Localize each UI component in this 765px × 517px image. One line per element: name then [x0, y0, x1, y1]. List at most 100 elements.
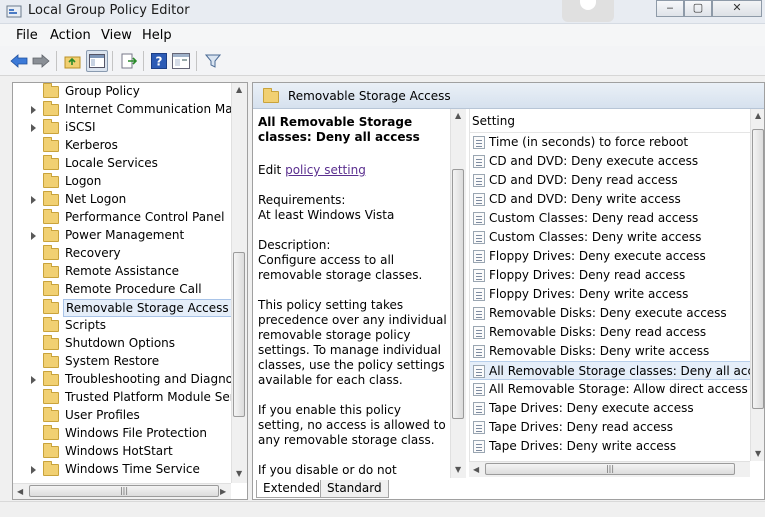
filter-icon[interactable]	[202, 50, 224, 72]
policy-setting-icon	[473, 193, 485, 206]
tree-pane[interactable]: Group Policy Internet Communication Mana i…	[12, 82, 248, 500]
tree-item[interactable]: Scripts	[13, 317, 233, 335]
setting-row[interactable]: CD and DVD: Deny write access	[470, 190, 750, 209]
settings-list[interactable]: Setting Time (in seconds) to force reboo…	[469, 109, 750, 461]
tree-item[interactable]: System Restore	[13, 353, 233, 371]
scroll-up-arrow-icon[interactable]: ▲	[455, 111, 461, 120]
description-scroll-thumb[interactable]	[452, 169, 464, 419]
properties-icon[interactable]	[170, 50, 192, 72]
expand-arrow-icon[interactable]	[31, 376, 36, 384]
tree-item[interactable]: Removable Storage Access	[13, 299, 233, 317]
tree-item[interactable]: Remote Assistance	[13, 263, 233, 281]
expand-arrow-icon[interactable]	[31, 106, 36, 114]
setting-label: Floppy Drives: Deny write access	[489, 287, 689, 301]
tree-item[interactable]: Logon	[13, 173, 233, 191]
tree-item[interactable]: Trusted Platform Module Servic	[13, 389, 247, 407]
settings-vertical-scrollbar[interactable]: ▲ ▼	[750, 109, 764, 461]
setting-row[interactable]: Custom Classes: Deny write access	[470, 228, 750, 247]
setting-row[interactable]: Removable Disks: Deny execute access	[470, 304, 750, 323]
tree-item[interactable]: Group Policy	[13, 83, 233, 101]
show-hide-tree-icon[interactable]	[86, 50, 108, 72]
scroll-down-arrow-icon[interactable]: ▼	[755, 449, 761, 458]
tab-extended[interactable]: Extended	[256, 480, 327, 498]
setting-row[interactable]: Removable Disks: Deny write access	[470, 342, 750, 361]
tree-item[interactable]: Internet Communication Mana	[13, 101, 247, 119]
expand-arrow-icon[interactable]	[31, 196, 36, 204]
menu-action[interactable]: Action	[50, 28, 91, 43]
tree-item[interactable]: Remote Procedure Call	[13, 281, 233, 299]
folder-icon	[43, 245, 59, 260]
export-list-icon[interactable]	[118, 50, 140, 72]
folder-icon	[43, 461, 59, 476]
setting-row[interactable]: Floppy Drives: Deny read access	[470, 266, 750, 285]
tree-item[interactable]: Kerberos	[13, 137, 233, 155]
setting-row[interactable]: All Removable Storage: Allow direct acce…	[470, 380, 750, 399]
tree-item[interactable]: Windows HotStart	[13, 443, 233, 461]
tree-item-label: Locale Services	[65, 156, 158, 170]
tree-item[interactable]: Windows Time Service	[13, 461, 233, 479]
settings-hscroll-thumb[interactable]: |||	[485, 463, 735, 475]
tree-item[interactable]: Troubleshooting and Diagnosti	[13, 371, 247, 389]
scroll-down-arrow-icon[interactable]: ▼	[455, 465, 461, 474]
setting-row[interactable]: Time (in seconds) to force reboot	[470, 133, 750, 152]
setting-row[interactable]: Floppy Drives: Deny execute access	[470, 247, 750, 266]
folder-icon	[43, 263, 59, 278]
setting-row[interactable]: CD and DVD: Deny read access	[470, 171, 750, 190]
expand-arrow-icon[interactable]	[31, 466, 36, 474]
scroll-right-arrow-icon[interactable]: ▶	[220, 487, 226, 496]
setting-row[interactable]: All Removable Storage classes: Deny all …	[470, 361, 750, 380]
tree-horizontal-scrollbar[interactable]: ◀ ||| ▶	[13, 483, 231, 499]
up-folder-icon[interactable]	[62, 50, 84, 72]
menu-help[interactable]: Help	[142, 28, 172, 43]
tab-standard[interactable]: Standard	[320, 480, 389, 498]
scroll-up-arrow-icon[interactable]: ▲	[236, 85, 242, 94]
setting-label: Custom Classes: Deny write access	[489, 230, 702, 244]
folder-icon	[43, 227, 59, 242]
settings-scroll-thumb[interactable]	[752, 129, 764, 409]
expand-arrow-icon[interactable]	[31, 124, 36, 132]
tree-item[interactable]: iSCSI	[13, 119, 233, 137]
setting-row[interactable]: Tape Drives: Deny execute access	[470, 399, 750, 418]
tree-item-label: Shutdown Options	[65, 336, 176, 350]
maximize-button[interactable]: ▢	[684, 0, 712, 17]
forward-arrow-icon[interactable]	[30, 50, 52, 72]
tree-item[interactable]: Shutdown Options	[13, 335, 233, 353]
tree-item[interactable]: Windows File Protection	[13, 425, 233, 443]
policy-setting-link[interactable]: policy setting	[285, 163, 366, 177]
setting-row[interactable]: Tape Drives: Deny read access	[470, 418, 750, 437]
setting-column-header[interactable]: Setting	[470, 109, 750, 133]
tree-item[interactable]: Locale Services	[13, 155, 233, 173]
scroll-down-arrow-icon[interactable]: ▼	[236, 469, 242, 478]
back-arrow-icon[interactable]	[8, 50, 30, 72]
tree-item[interactable]: User Profiles	[13, 407, 233, 425]
folder-icon	[43, 407, 59, 422]
tree-item[interactable]: Net Logon	[13, 191, 233, 209]
scroll-left-arrow-icon[interactable]: ◀	[473, 465, 479, 474]
setting-row[interactable]: Tape Drives: Deny write access	[470, 437, 750, 456]
tree-item[interactable]: Performance Control Panel	[13, 209, 233, 227]
tree-item[interactable]: Recovery	[13, 245, 233, 263]
help-icon[interactable]: ?	[148, 50, 170, 72]
group-policy-app-icon	[6, 5, 22, 18]
settings-horizontal-scrollbar[interactable]: ◀ |||	[469, 461, 750, 477]
setting-row[interactable]: CD and DVD: Deny execute access	[470, 152, 750, 171]
menu-file[interactable]: File	[16, 28, 38, 43]
scroll-left-arrow-icon[interactable]: ◀	[17, 487, 23, 496]
tree-vertical-scrollbar[interactable]: ▲ ▼	[231, 83, 247, 483]
expand-arrow-icon[interactable]	[31, 232, 36, 240]
tree-item-label: Windows HotStart	[65, 444, 173, 458]
close-button[interactable]: ✕	[712, 0, 762, 17]
menu-view[interactable]: View	[101, 28, 132, 43]
minimize-button[interactable]: ‒	[656, 0, 684, 17]
tree-scroll-thumb[interactable]	[233, 252, 245, 417]
scroll-up-arrow-icon[interactable]: ▲	[755, 111, 761, 120]
toolbar-separator	[56, 51, 57, 71]
setting-row[interactable]: Floppy Drives: Deny write access	[470, 285, 750, 304]
folder-icon	[43, 425, 59, 440]
folder-icon	[43, 317, 59, 332]
tree-item[interactable]: Power Management	[13, 227, 233, 245]
setting-row[interactable]: Removable Disks: Deny read access	[470, 323, 750, 342]
tree-hscroll-thumb[interactable]: |||	[29, 485, 219, 497]
setting-row[interactable]: Custom Classes: Deny read access	[470, 209, 750, 228]
description-scrollbar[interactable]: ▲ ▼	[450, 109, 466, 478]
